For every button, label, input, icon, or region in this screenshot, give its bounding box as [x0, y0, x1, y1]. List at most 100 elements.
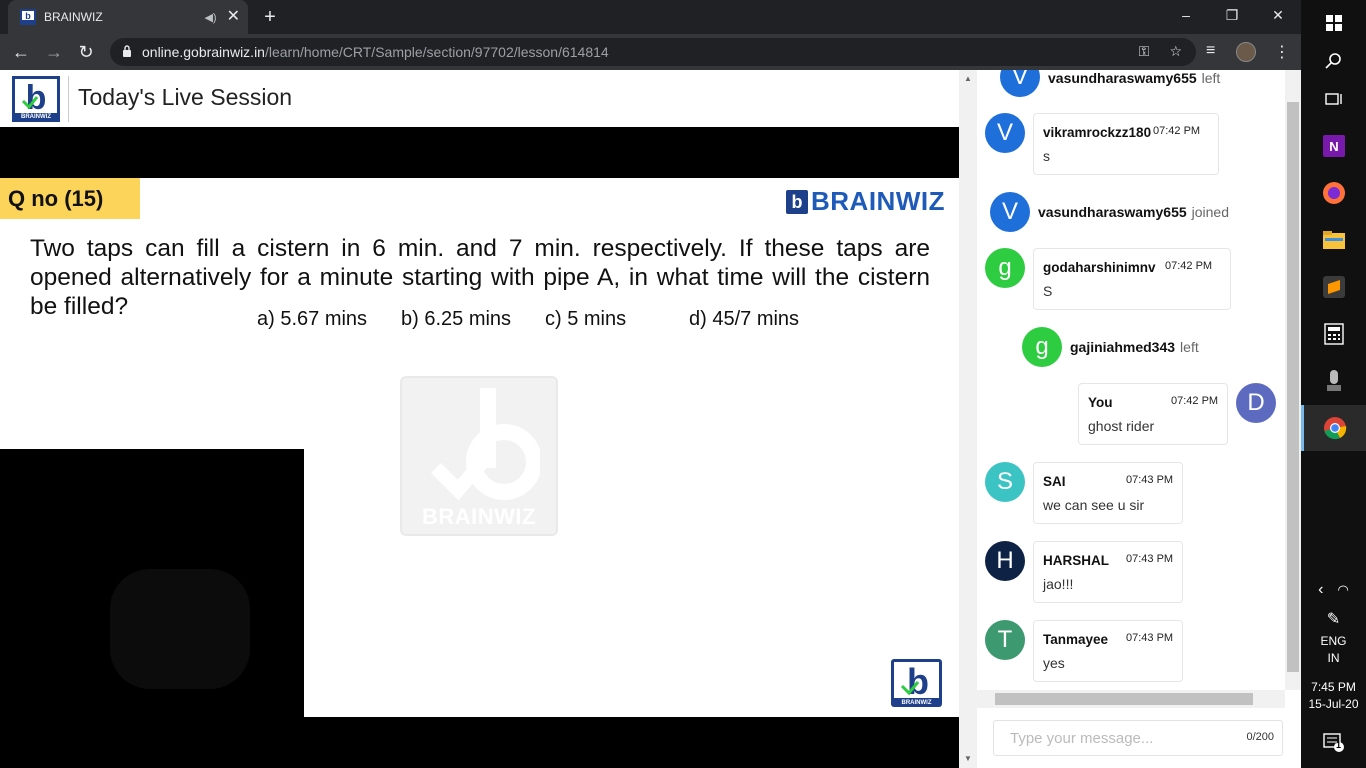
logo-label: BRAINWIZ: [21, 114, 51, 120]
message-time: 07:43 PM: [1126, 632, 1174, 644]
calculator-icon[interactable]: [1301, 311, 1366, 357]
voice-recorder-icon[interactable]: [1301, 358, 1366, 404]
avatar: D: [1236, 383, 1276, 423]
forward-arrow-icon[interactable]: →: [43, 41, 65, 63]
chat-vertical-scrollbar[interactable]: [1285, 70, 1301, 690]
message-input-wrapper: 0/200: [993, 720, 1283, 756]
message-author: HARSHAL: [1043, 553, 1109, 568]
question-slide: Q no (15) b BRAINWIZ Two taps can fill a…: [0, 178, 959, 717]
avatar: S: [985, 462, 1025, 502]
address-bar[interactable]: online.gobrainwiz.in/learn/home/CRT/Samp…: [110, 38, 1196, 66]
chat-message: SAI 07:43 PM we can see u sir: [1033, 462, 1183, 524]
option-a: a) 5.67 mins: [257, 308, 368, 330]
star-icon[interactable]: ☆: [1169, 43, 1182, 60]
brainwiz-logo[interactable]: b BRAINWIZ: [12, 76, 60, 122]
language-indicator-top[interactable]: ENG: [1301, 634, 1366, 648]
page-title: Today's Live Session: [78, 84, 293, 110]
avatar: V: [1000, 70, 1040, 97]
firefox-icon[interactable]: [1301, 170, 1366, 216]
page: b BRAINWIZ Today's Live Session Q no (15…: [0, 70, 1301, 768]
sublime-text-icon[interactable]: [1301, 264, 1366, 310]
message-time: 07:43 PM: [1126, 553, 1174, 565]
message-time: 07:42 PM: [1153, 125, 1201, 137]
camera-feed: [110, 569, 250, 689]
logo-mark-icon: b: [15, 79, 57, 117]
event-action: joined: [1191, 204, 1230, 220]
chat-scroll-thumb[interactable]: [1287, 102, 1299, 672]
chat-panel: V vasundharaswamy655 left V vikramrockzz1…: [977, 70, 1301, 768]
scroll-down-icon[interactable]: ▼: [964, 754, 972, 763]
watermark-label: BRAINWIZ: [422, 504, 536, 529]
page-scrollbar[interactable]: ▲ ▼: [959, 70, 977, 768]
avatar: V: [985, 113, 1025, 153]
chat-message-self: You 07:42 PM ghost rider: [1078, 383, 1228, 445]
tab-close-icon[interactable]: ✕: [227, 9, 240, 25]
message-text: s: [1043, 148, 1050, 164]
file-explorer-icon[interactable]: [1301, 217, 1366, 263]
presenter-camera: [0, 449, 304, 717]
avatar: H: [985, 541, 1025, 581]
language-indicator-bottom[interactable]: IN: [1301, 651, 1366, 665]
question-number: Q no (15): [0, 178, 140, 219]
clock-date[interactable]: 15-Jul-20: [1301, 697, 1366, 711]
chat-event: gajiniahmed343 left: [1070, 339, 1199, 355]
event-action: left: [1201, 70, 1221, 86]
windows-taskbar: N ‹ ◠ ✎ ENG IN 7:45 PM 15-Jul-20 1: [1301, 0, 1366, 768]
header-divider: [68, 76, 69, 122]
clock-time[interactable]: 7:45 PM: [1301, 680, 1366, 694]
watermark-logo-icon: [431, 388, 540, 501]
reload-icon[interactable]: ↻: [75, 41, 97, 63]
tab-title: BRAINWIZ: [44, 10, 103, 24]
lock-icon: [122, 44, 132, 60]
answer-options: a) 5.67 mins b) 6.25 mins c) 5 mins d) 4…: [0, 308, 959, 338]
message-text: we can see u sir: [1043, 497, 1145, 513]
screen: b BRAINWIZ ◀) ✕ + – ❐ ✕ ← → ↻ online.gob…: [0, 0, 1366, 768]
brand-text: BRAINWIZ: [811, 186, 945, 216]
minimize-button[interactable]: –: [1163, 0, 1209, 30]
chrome-taskbar-icon[interactable]: [1301, 405, 1366, 451]
svg-text:b: b: [25, 11, 31, 21]
key-icon[interactable]: ⚿: [1139, 43, 1150, 60]
message-author: godaharshinimnv: [1043, 260, 1156, 275]
new-tab-button[interactable]: +: [260, 6, 280, 28]
avatar: T: [985, 620, 1025, 660]
close-window-button[interactable]: ✕: [1255, 0, 1301, 30]
avatar: V: [990, 192, 1030, 232]
event-action: left: [1180, 339, 1199, 355]
chat-hscroll-thumb[interactable]: [995, 693, 1253, 705]
chat-event: vasundharaswamy655 joined: [1038, 204, 1229, 220]
task-view-icon[interactable]: [1301, 76, 1366, 122]
scroll-up-icon[interactable]: ▲: [964, 74, 972, 83]
brainwiz-watermark: BRAINWIZ: [400, 376, 558, 536]
brainwiz-favicon-icon: b: [20, 9, 36, 25]
option-c: c) 5 mins: [545, 308, 627, 330]
url-host: online.gobrainwiz.in: [142, 44, 265, 60]
chat-horizontal-scrollbar[interactable]: [977, 690, 1285, 708]
svg-text:N: N: [1329, 139, 1338, 154]
browser-tab[interactable]: b BRAINWIZ ◀) ✕: [8, 0, 248, 34]
menu-dots-icon[interactable]: ⋮: [1274, 42, 1290, 62]
profile-avatar[interactable]: [1236, 42, 1256, 62]
message-author: You: [1088, 395, 1113, 410]
media-queue-icon[interactable]: ≡: [1206, 42, 1215, 60]
url-path: /learn/home/CRT/Sample/section/97702/les…: [264, 44, 609, 60]
notification-center-icon[interactable]: 1: [1301, 720, 1366, 766]
live-video[interactable]: Q no (15) b BRAINWIZ Two taps can fill a…: [0, 127, 959, 768]
message-text: ghost rider: [1088, 418, 1155, 434]
onenote-icon[interactable]: N: [1301, 123, 1366, 169]
message-time: 07:42 PM: [1171, 395, 1219, 407]
message-input[interactable]: [994, 721, 1234, 755]
slide-brand: b BRAINWIZ: [786, 186, 945, 217]
chat-message: HARSHAL 07:43 PM jao!!!: [1033, 541, 1183, 603]
speaker-icon[interactable]: ◀): [204, 11, 216, 24]
chat-event: vasundharaswamy655 left: [1048, 70, 1220, 86]
back-arrow-icon[interactable]: ←: [10, 41, 32, 63]
chat-message: Tanmayee 07:43 PM yes: [1033, 620, 1183, 682]
browser-toolbar: ← → ↻ online.gobrainwiz.in/learn/home/CR…: [0, 34, 1301, 70]
brand-mark-icon: b: [786, 189, 808, 214]
maximize-button[interactable]: ❐: [1209, 0, 1255, 30]
message-text: jao!!!: [1043, 576, 1074, 592]
mini-logo-mark-icon: b: [894, 661, 939, 702]
message-author: vikramrockzz180: [1043, 125, 1152, 140]
chat-message: godaharshinimnv 07:42 PM S: [1033, 248, 1231, 310]
